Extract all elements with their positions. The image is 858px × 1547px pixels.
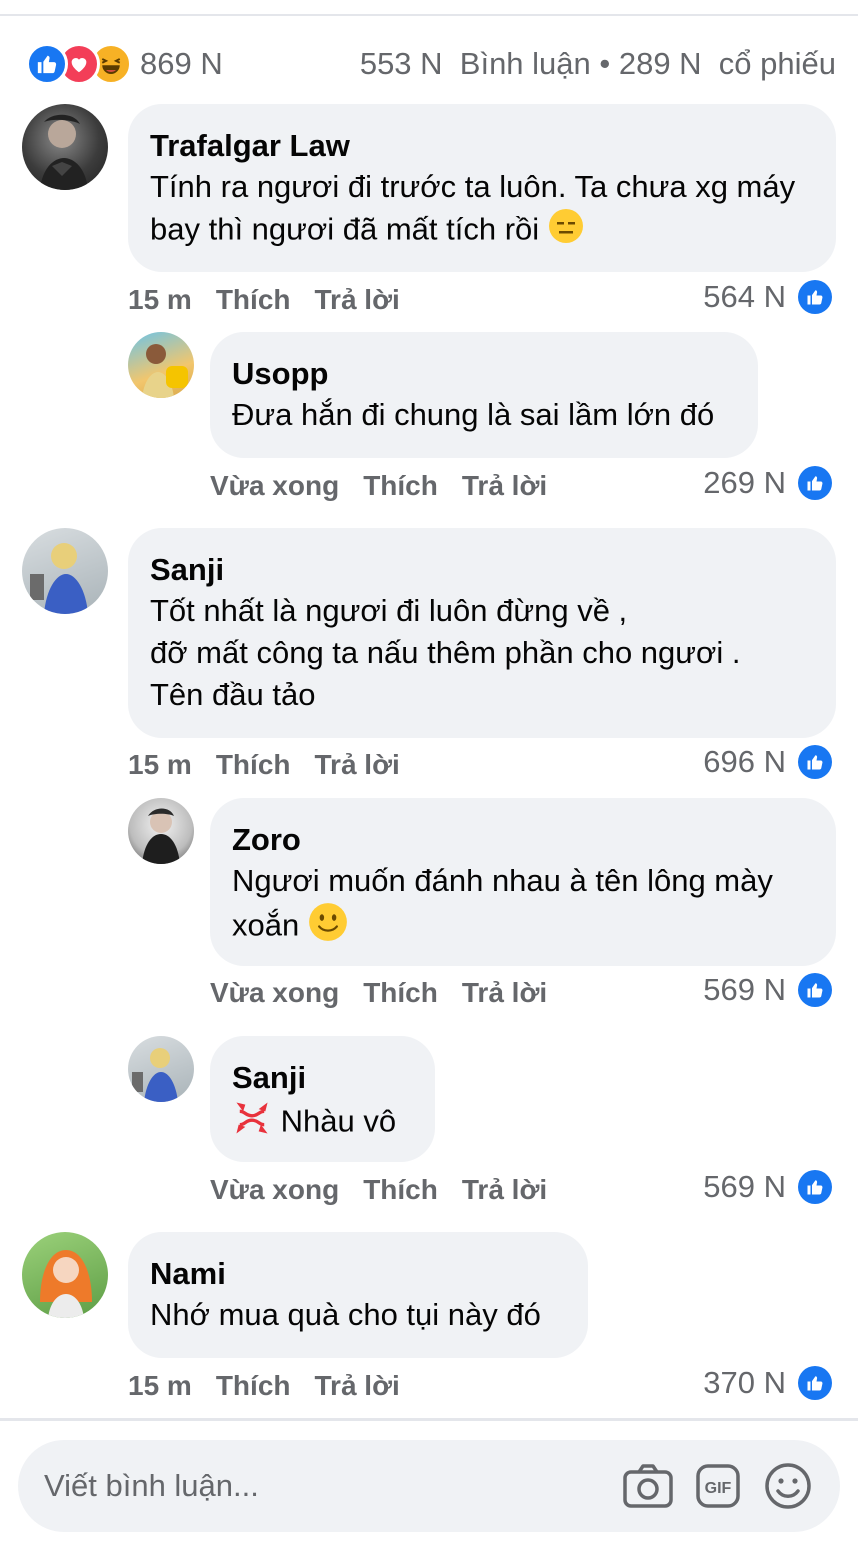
comment-author[interactable]: Nami xyxy=(150,1254,564,1294)
comment-actions: Vừa xong Thích Trả lời xyxy=(210,470,571,502)
comment-actions: 15 m Thích Trả lời xyxy=(128,1370,424,1402)
reply-action[interactable]: Trả lời xyxy=(462,470,547,502)
comment-like-count[interactable]: 569 N xyxy=(703,972,832,1008)
comment-like-count[interactable]: 269 N xyxy=(703,465,832,501)
comment-text: Ngươi muốn đánh nhau à tên lông mày xoắn xyxy=(232,860,812,953)
comment-bubble[interactable]: Nami Nhớ mua quà cho tụi này đó xyxy=(128,1232,588,1358)
reaction-icons[interactable] xyxy=(26,43,132,85)
bottom-divider xyxy=(0,1418,858,1421)
like-action[interactable]: Thích xyxy=(363,1174,438,1206)
comment-author[interactable]: Sanji xyxy=(232,1058,411,1098)
avatar[interactable] xyxy=(22,1232,108,1318)
comment-text: Tốt nhất là ngươi đi luôn đừng về , đỡ m… xyxy=(150,593,741,712)
comment-input[interactable] xyxy=(44,1468,604,1504)
comments-shares-count[interactable]: 553 N Bình luận • 289 N cổ phiếu xyxy=(360,46,836,82)
avatar[interactable] xyxy=(128,1036,194,1102)
avatar[interactable] xyxy=(22,104,108,190)
comment-bubble[interactable]: Trafalgar Law Tính ra ngươi đi trước ta … xyxy=(128,104,836,272)
svg-text:GIF: GIF xyxy=(705,1480,732,1497)
comment-like-count[interactable]: 370 N xyxy=(703,1365,832,1401)
comment-time: Vừa xong xyxy=(210,977,340,1008)
reply-action[interactable]: Trả lời xyxy=(315,749,400,781)
slightly-smiling-emoji-icon xyxy=(308,902,348,953)
avatar[interactable] xyxy=(128,332,194,398)
comment-actions: 15 m Thích Trả lời xyxy=(128,284,424,316)
comment-actions: Vừa xong Thích Trả lời xyxy=(210,1174,571,1206)
comment-time: Vừa xong xyxy=(210,1174,340,1205)
comment-text: Tính ra ngươi đi trước ta luôn. Ta chưa … xyxy=(150,166,812,255)
comment-bubble[interactable]: Usopp Đưa hắn đi chung là sai lầm lớn đó xyxy=(210,332,758,458)
comment-like-count[interactable]: 564 N xyxy=(703,279,832,315)
reply-action[interactable]: Trả lời xyxy=(462,977,547,1009)
comment-bubble[interactable]: Sanji Tốt nhất là ngươi đi luôn đừng về … xyxy=(128,528,836,738)
like-action[interactable]: Thích xyxy=(216,284,291,316)
comment-actions: Vừa xong Thích Trả lời xyxy=(210,977,571,1009)
reply-action[interactable]: Trả lời xyxy=(462,1174,547,1206)
reaction-count[interactable]: 869 N xyxy=(140,46,223,82)
like-action[interactable]: Thích xyxy=(363,977,438,1009)
like-icon xyxy=(798,745,832,779)
comment-like-count[interactable]: 569 N xyxy=(703,1169,832,1205)
comment-author[interactable]: Zoro xyxy=(232,820,812,860)
reply-action[interactable]: Trả lời xyxy=(315,284,400,316)
avatar[interactable] xyxy=(128,798,194,864)
comment-bubble[interactable]: Sanji Nhàu vô xyxy=(210,1036,435,1162)
reactions-bar: 869 N 553 N Bình luận • 289 N cổ phiếu xyxy=(26,40,836,88)
comment-bubble[interactable]: Zoro Ngươi muốn đánh nhau à tên lông mày… xyxy=(210,798,836,966)
comment-author[interactable]: Trafalgar Law xyxy=(150,126,812,166)
like-action[interactable]: Thích xyxy=(216,1370,291,1402)
comment-time: 15 m xyxy=(128,1370,192,1401)
comment-text: Đưa hắn đi chung là sai lầm lớn đó xyxy=(232,397,715,432)
like-icon xyxy=(798,973,832,1007)
comment-author[interactable]: Usopp xyxy=(232,354,734,394)
like-icon xyxy=(798,466,832,500)
avatar[interactable] xyxy=(22,528,108,614)
like-icon xyxy=(798,280,832,314)
gif-icon[interactable]: GIF xyxy=(692,1460,744,1512)
comment-actions: 15 m Thích Trả lời xyxy=(128,749,424,781)
comment-composer: GIF xyxy=(18,1440,840,1532)
like-icon xyxy=(26,43,68,85)
comment-time: Vừa xong xyxy=(210,470,340,501)
anger-symbol-icon xyxy=(232,1098,272,1149)
comment-time: 15 m xyxy=(128,284,192,315)
like-action[interactable]: Thích xyxy=(363,470,438,502)
like-icon xyxy=(798,1170,832,1204)
camera-icon[interactable] xyxy=(622,1460,674,1512)
comment-text: Nhớ mua quà cho tụi này đó xyxy=(150,1297,541,1332)
emoji-icon[interactable] xyxy=(762,1460,814,1512)
comment-text: Nhàu vô xyxy=(232,1098,411,1149)
comment-author[interactable]: Sanji xyxy=(150,550,812,590)
comment-like-count[interactable]: 696 N xyxy=(703,744,832,780)
like-icon xyxy=(798,1366,832,1400)
expressionless-emoji-icon xyxy=(548,208,584,255)
like-action[interactable]: Thích xyxy=(216,749,291,781)
reply-action[interactable]: Trả lời xyxy=(315,1370,400,1402)
comment-time: 15 m xyxy=(128,749,192,780)
top-divider xyxy=(0,14,858,16)
